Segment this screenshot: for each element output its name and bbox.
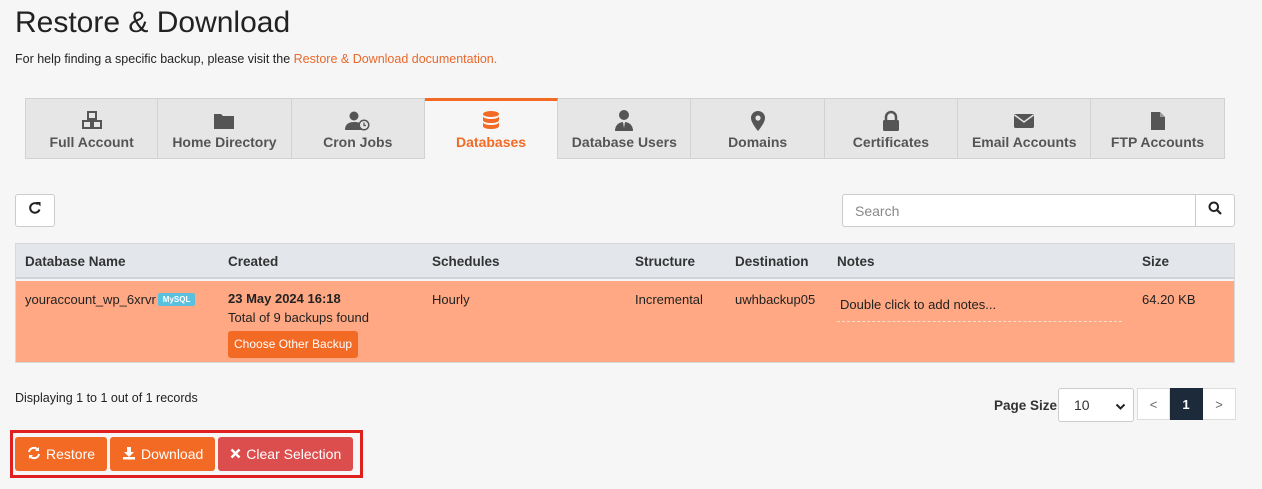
close-icon [230, 446, 241, 462]
tab-label: Email Accounts [971, 134, 1077, 150]
column-header-schedules[interactable]: Schedules [432, 254, 500, 269]
chevron-down-icon [1115, 399, 1126, 415]
backups-table: Database Name Created Schedules Structur… [15, 243, 1235, 363]
tab-label: Database Users [571, 134, 677, 150]
help-prefix: For help finding a specific backup, plea… [15, 52, 291, 66]
restore-label: Restore [46, 446, 96, 462]
prev-page-button[interactable]: < [1137, 388, 1170, 420]
database-name: youraccount_wp_6xrvr [25, 292, 156, 307]
documentation-link[interactable]: Restore & Download documentation. [294, 52, 498, 66]
backup-type-tabs: Full Account Home Directory Cron Jobs Da… [25, 98, 1225, 159]
tab-label: Databases [456, 134, 527, 150]
user-clock-icon [344, 111, 371, 131]
database-icon [482, 111, 500, 131]
folder-icon [213, 111, 235, 131]
restore-button[interactable]: Restore [15, 437, 108, 471]
download-icon [122, 446, 136, 463]
column-header-database-name[interactable]: Database Name [25, 254, 126, 269]
clear-selection-label: Clear Selection [246, 446, 342, 462]
page-title: Restore & Download [15, 6, 291, 39]
action-buttons-group: Restore Download Clear Selection [10, 430, 363, 478]
tab-label: Cron Jobs [323, 134, 393, 150]
mysql-badge: MySQL [157, 293, 196, 306]
cubes-icon [81, 111, 103, 131]
database-name-cell: youraccount_wp_6xrvr MySQL [25, 292, 196, 307]
lock-icon [882, 110, 900, 131]
tab-label: Home Directory [172, 134, 277, 150]
clear-selection-button[interactable]: Clear Selection [218, 437, 354, 471]
schedule-cell: Hourly [432, 292, 470, 307]
table-header: Database Name Created Schedules Structur… [16, 244, 1234, 279]
backups-found-text: Total of 9 backups found [228, 310, 369, 325]
tab-databases[interactable]: Databases [424, 98, 559, 159]
size-cell: 64.20 KB [1142, 292, 1196, 307]
tab-database-users[interactable]: Database Users [558, 98, 692, 159]
table-row[interactable]: youraccount_wp_6xrvr MySQL 23 May 2024 16… [16, 281, 1234, 362]
tab-label: Certificates [852, 134, 930, 150]
page-size-select[interactable]: 10 [1058, 388, 1134, 422]
column-header-structure[interactable]: Structure [635, 254, 695, 269]
tab-email-accounts[interactable]: Email Accounts [958, 98, 1092, 159]
tab-label: Full Account [49, 134, 134, 150]
column-header-created[interactable]: Created [228, 254, 278, 269]
tab-label: Domains [728, 134, 788, 150]
tab-full-account[interactable]: Full Account [25, 98, 159, 159]
tab-certificates[interactable]: Certificates [824, 98, 959, 159]
records-count: Displaying 1 to 1 out of 1 records [15, 391, 198, 405]
file-icon [1150, 111, 1166, 131]
page-size-value: 10 [1074, 397, 1090, 413]
column-header-size[interactable]: Size [1142, 254, 1169, 269]
sync-icon [27, 446, 41, 463]
column-header-notes[interactable]: Notes [837, 254, 875, 269]
download-button[interactable]: Download [110, 437, 216, 471]
notes-field[interactable]: Double click to add notes... [837, 292, 1122, 322]
refresh-button[interactable] [15, 194, 55, 227]
pagination: < 1 > [1137, 388, 1236, 420]
help-text: For help finding a specific backup, plea… [15, 52, 497, 66]
search-input[interactable] [842, 194, 1196, 227]
search-button[interactable] [1195, 194, 1235, 227]
search-icon [1208, 201, 1222, 220]
created-cell: 23 May 2024 16:18 Total of 9 backups fou… [228, 289, 369, 358]
map-marker-icon [750, 111, 766, 131]
destination-cell: uwhbackup05 [735, 292, 816, 307]
created-date: 23 May 2024 16:18 [228, 291, 341, 306]
structure-cell: Incremental [635, 292, 703, 307]
tab-home-directory[interactable]: Home Directory [158, 98, 292, 159]
page-1-button[interactable]: 1 [1170, 388, 1203, 420]
tab-ftp-accounts[interactable]: FTP Accounts [1091, 98, 1225, 159]
tab-label: FTP Accounts [1110, 134, 1205, 150]
column-header-destination[interactable]: Destination [735, 254, 809, 269]
download-label: Download [141, 446, 204, 462]
tab-domains[interactable]: Domains [691, 98, 825, 159]
page-size-label: Page Size [994, 398, 1058, 413]
envelope-icon [1013, 111, 1035, 131]
choose-other-backup-button[interactable]: Choose Other Backup [228, 331, 359, 358]
next-page-button[interactable]: > [1203, 388, 1236, 420]
tab-cron-jobs[interactable]: Cron Jobs [291, 98, 425, 159]
user-tie-icon [614, 110, 634, 131]
refresh-icon [28, 201, 42, 220]
